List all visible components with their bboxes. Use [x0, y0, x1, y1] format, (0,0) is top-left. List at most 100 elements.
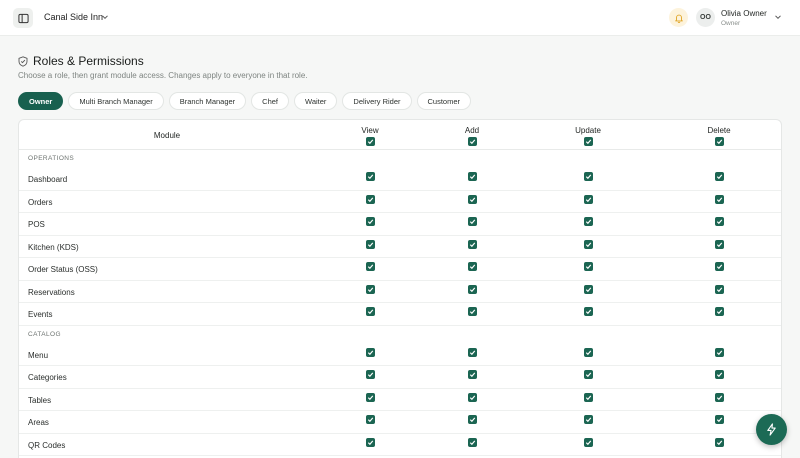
areas-delete-checkbox[interactable]: [714, 415, 724, 424]
orders-update-checkbox[interactable]: [583, 194, 593, 204]
tables-delete-checkbox[interactable]: [714, 392, 724, 402]
qr-codes-add-checkbox[interactable]: [467, 437, 477, 447]
order-status-oss-delete-checkbox[interactable]: [714, 262, 724, 271]
table-row: Dashboard: [19, 168, 781, 191]
reservations-update-checkbox[interactable]: [583, 284, 593, 294]
order-status-oss-view-checkbox[interactable]: [365, 262, 375, 271]
qr-codes-update-checkbox[interactable]: [583, 437, 593, 447]
role-tab-branch-manager[interactable]: Branch Manager: [168, 92, 247, 110]
pos-view-checkbox[interactable]: [365, 217, 375, 226]
reservations-delete-checkbox[interactable]: [714, 284, 724, 294]
page-title: Roles & Permissions: [33, 54, 144, 68]
dashboard-delete-checkbox[interactable]: [714, 172, 724, 181]
reservations-add-checkbox[interactable]: [467, 284, 477, 294]
role-tab-multi-branch-manager[interactable]: Multi Branch Manager: [68, 92, 164, 110]
categories-delete-checkbox[interactable]: [714, 370, 724, 379]
section-heading-catalog: CATALOG: [28, 330, 61, 338]
module-name: Kitchen (KDS): [28, 242, 79, 252]
role-tab-owner[interactable]: Owner: [18, 92, 64, 110]
table-row: POS: [19, 213, 781, 236]
areas-update-checkbox[interactable]: [583, 415, 593, 424]
module-name: Menu: [28, 350, 49, 360]
table-row: Reservations: [19, 281, 781, 303]
sidebar-toggle-button[interactable]: [13, 8, 33, 28]
module-name: Tables: [28, 395, 52, 405]
pos-add-checkbox[interactable]: [467, 217, 477, 226]
page-subtitle: Choose a role, then grant module access.…: [18, 71, 308, 80]
select-all-delete-checkbox[interactable]: [714, 137, 724, 146]
store-selector-label[interactable]: Canal Side Inn: [44, 12, 103, 22]
module-name: Reservations: [28, 287, 75, 297]
table-header-row: Module View Add Update Delete: [19, 120, 781, 150]
pos-update-checkbox[interactable]: [583, 217, 593, 226]
module-name: Areas: [28, 418, 49, 427]
kitchen-kds-delete-checkbox[interactable]: [714, 239, 724, 249]
table-row: Events: [19, 303, 781, 326]
orders-view-checkbox[interactable]: [365, 194, 375, 204]
menu-update-checkbox[interactable]: [583, 347, 593, 357]
tables-add-checkbox[interactable]: [467, 392, 477, 402]
dashboard-update-checkbox[interactable]: [583, 172, 593, 181]
kitchen-kds-add-checkbox[interactable]: [467, 239, 477, 249]
role-tabs: Owner Multi Branch Manager Branch Manager C…: [18, 92, 472, 110]
select-all-add-checkbox[interactable]: [467, 137, 477, 146]
table-row: Kitchen (KDS): [19, 236, 781, 258]
column-header-update: Update: [575, 126, 601, 135]
role-tab-chef[interactable]: Chef: [251, 92, 290, 110]
kitchen-kds-view-checkbox[interactable]: [365, 239, 375, 249]
tables-update-checkbox[interactable]: [583, 392, 593, 402]
role-tab-delivery-rider[interactable]: Delivery Rider: [342, 92, 412, 110]
categories-update-checkbox[interactable]: [583, 370, 593, 379]
sidebar-panel-icon: [17, 13, 29, 23]
table-row: QR Codes: [19, 434, 781, 456]
chevron-down-icon[interactable]: [774, 13, 782, 21]
events-delete-checkbox[interactable]: [714, 307, 724, 316]
areas-add-checkbox[interactable]: [467, 415, 477, 424]
events-update-checkbox[interactable]: [583, 307, 593, 316]
column-header-delete: Delete: [707, 126, 731, 135]
events-add-checkbox[interactable]: [467, 307, 477, 316]
pos-delete-checkbox[interactable]: [714, 217, 724, 226]
table-row: Menu: [19, 344, 781, 366]
qr-codes-view-checkbox[interactable]: [365, 437, 375, 447]
events-view-checkbox[interactable]: [365, 307, 375, 316]
kitchen-kds-update-checkbox[interactable]: [583, 239, 593, 249]
menu-view-checkbox[interactable]: [365, 347, 375, 357]
categories-view-checkbox[interactable]: [365, 370, 375, 379]
chevron-down-icon[interactable]: [101, 13, 109, 21]
column-header-add: Add: [464, 126, 480, 135]
avatar[interactable]: OO: [696, 8, 715, 27]
dashboard-view-checkbox[interactable]: [365, 172, 375, 181]
categories-add-checkbox[interactable]: [467, 370, 477, 379]
table-row: Tables: [19, 389, 781, 411]
role-tab-customer[interactable]: Customer: [416, 92, 472, 110]
table-row: Order Status (OSS): [19, 258, 781, 281]
table-row: Areas: [19, 411, 781, 434]
menu-delete-checkbox[interactable]: [714, 347, 724, 357]
order-status-oss-update-checkbox[interactable]: [583, 262, 593, 271]
column-header-view: View: [361, 126, 379, 135]
table-row: Orders: [19, 191, 781, 213]
section-heading-operations: OPERATIONS: [28, 155, 75, 162]
menu-add-checkbox[interactable]: [467, 347, 477, 357]
dashboard-add-checkbox[interactable]: [467, 172, 477, 181]
role-tab-waiter[interactable]: Waiter: [294, 92, 338, 110]
quick-action-button[interactable]: [756, 414, 787, 445]
tables-view-checkbox[interactable]: [365, 392, 375, 402]
module-name: Dashboard: [28, 175, 68, 184]
select-all-update-checkbox[interactable]: [583, 137, 593, 146]
order-status-oss-add-checkbox[interactable]: [467, 262, 477, 271]
bell-icon: [674, 14, 683, 23]
table-row: Categories: [19, 366, 781, 389]
orders-delete-checkbox[interactable]: [714, 194, 724, 204]
orders-add-checkbox[interactable]: [467, 194, 477, 204]
qr-codes-delete-checkbox[interactable]: [714, 437, 724, 447]
reservations-view-checkbox[interactable]: [365, 284, 375, 294]
areas-view-checkbox[interactable]: [365, 415, 375, 424]
module-name: Categories: [28, 373, 67, 382]
lightning-bolt-icon: [767, 423, 776, 436]
user-name[interactable]: Olivia Owner: [721, 9, 767, 18]
user-role: Owner: [721, 20, 741, 27]
notifications-button[interactable]: [669, 8, 688, 27]
select-all-view-checkbox[interactable]: [365, 137, 375, 146]
